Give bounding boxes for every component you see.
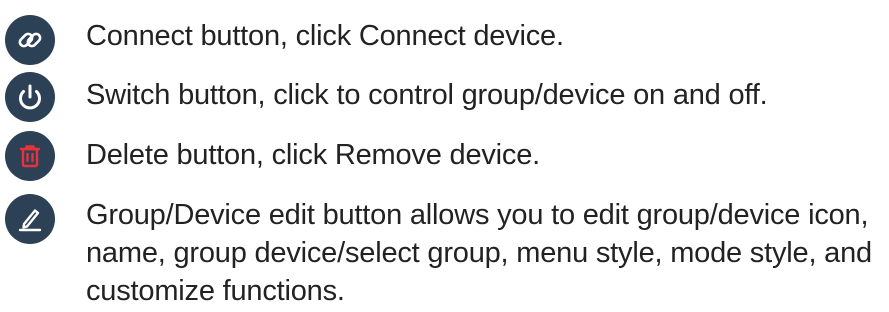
legend-text-edit: Group/Device edit button allows you to e…	[86, 199, 872, 307]
pencil-icon	[5, 194, 55, 244]
link-icon	[5, 15, 55, 65]
legend-text-switch: Switch button, click to control group/de…	[86, 79, 768, 111]
power-icon	[5, 72, 55, 122]
legend-text-delete: Delete button, click Remove device.	[86, 139, 540, 171]
trash-icon	[5, 131, 55, 181]
legend-text-connect: Connect button, click Connect device.	[86, 20, 564, 52]
